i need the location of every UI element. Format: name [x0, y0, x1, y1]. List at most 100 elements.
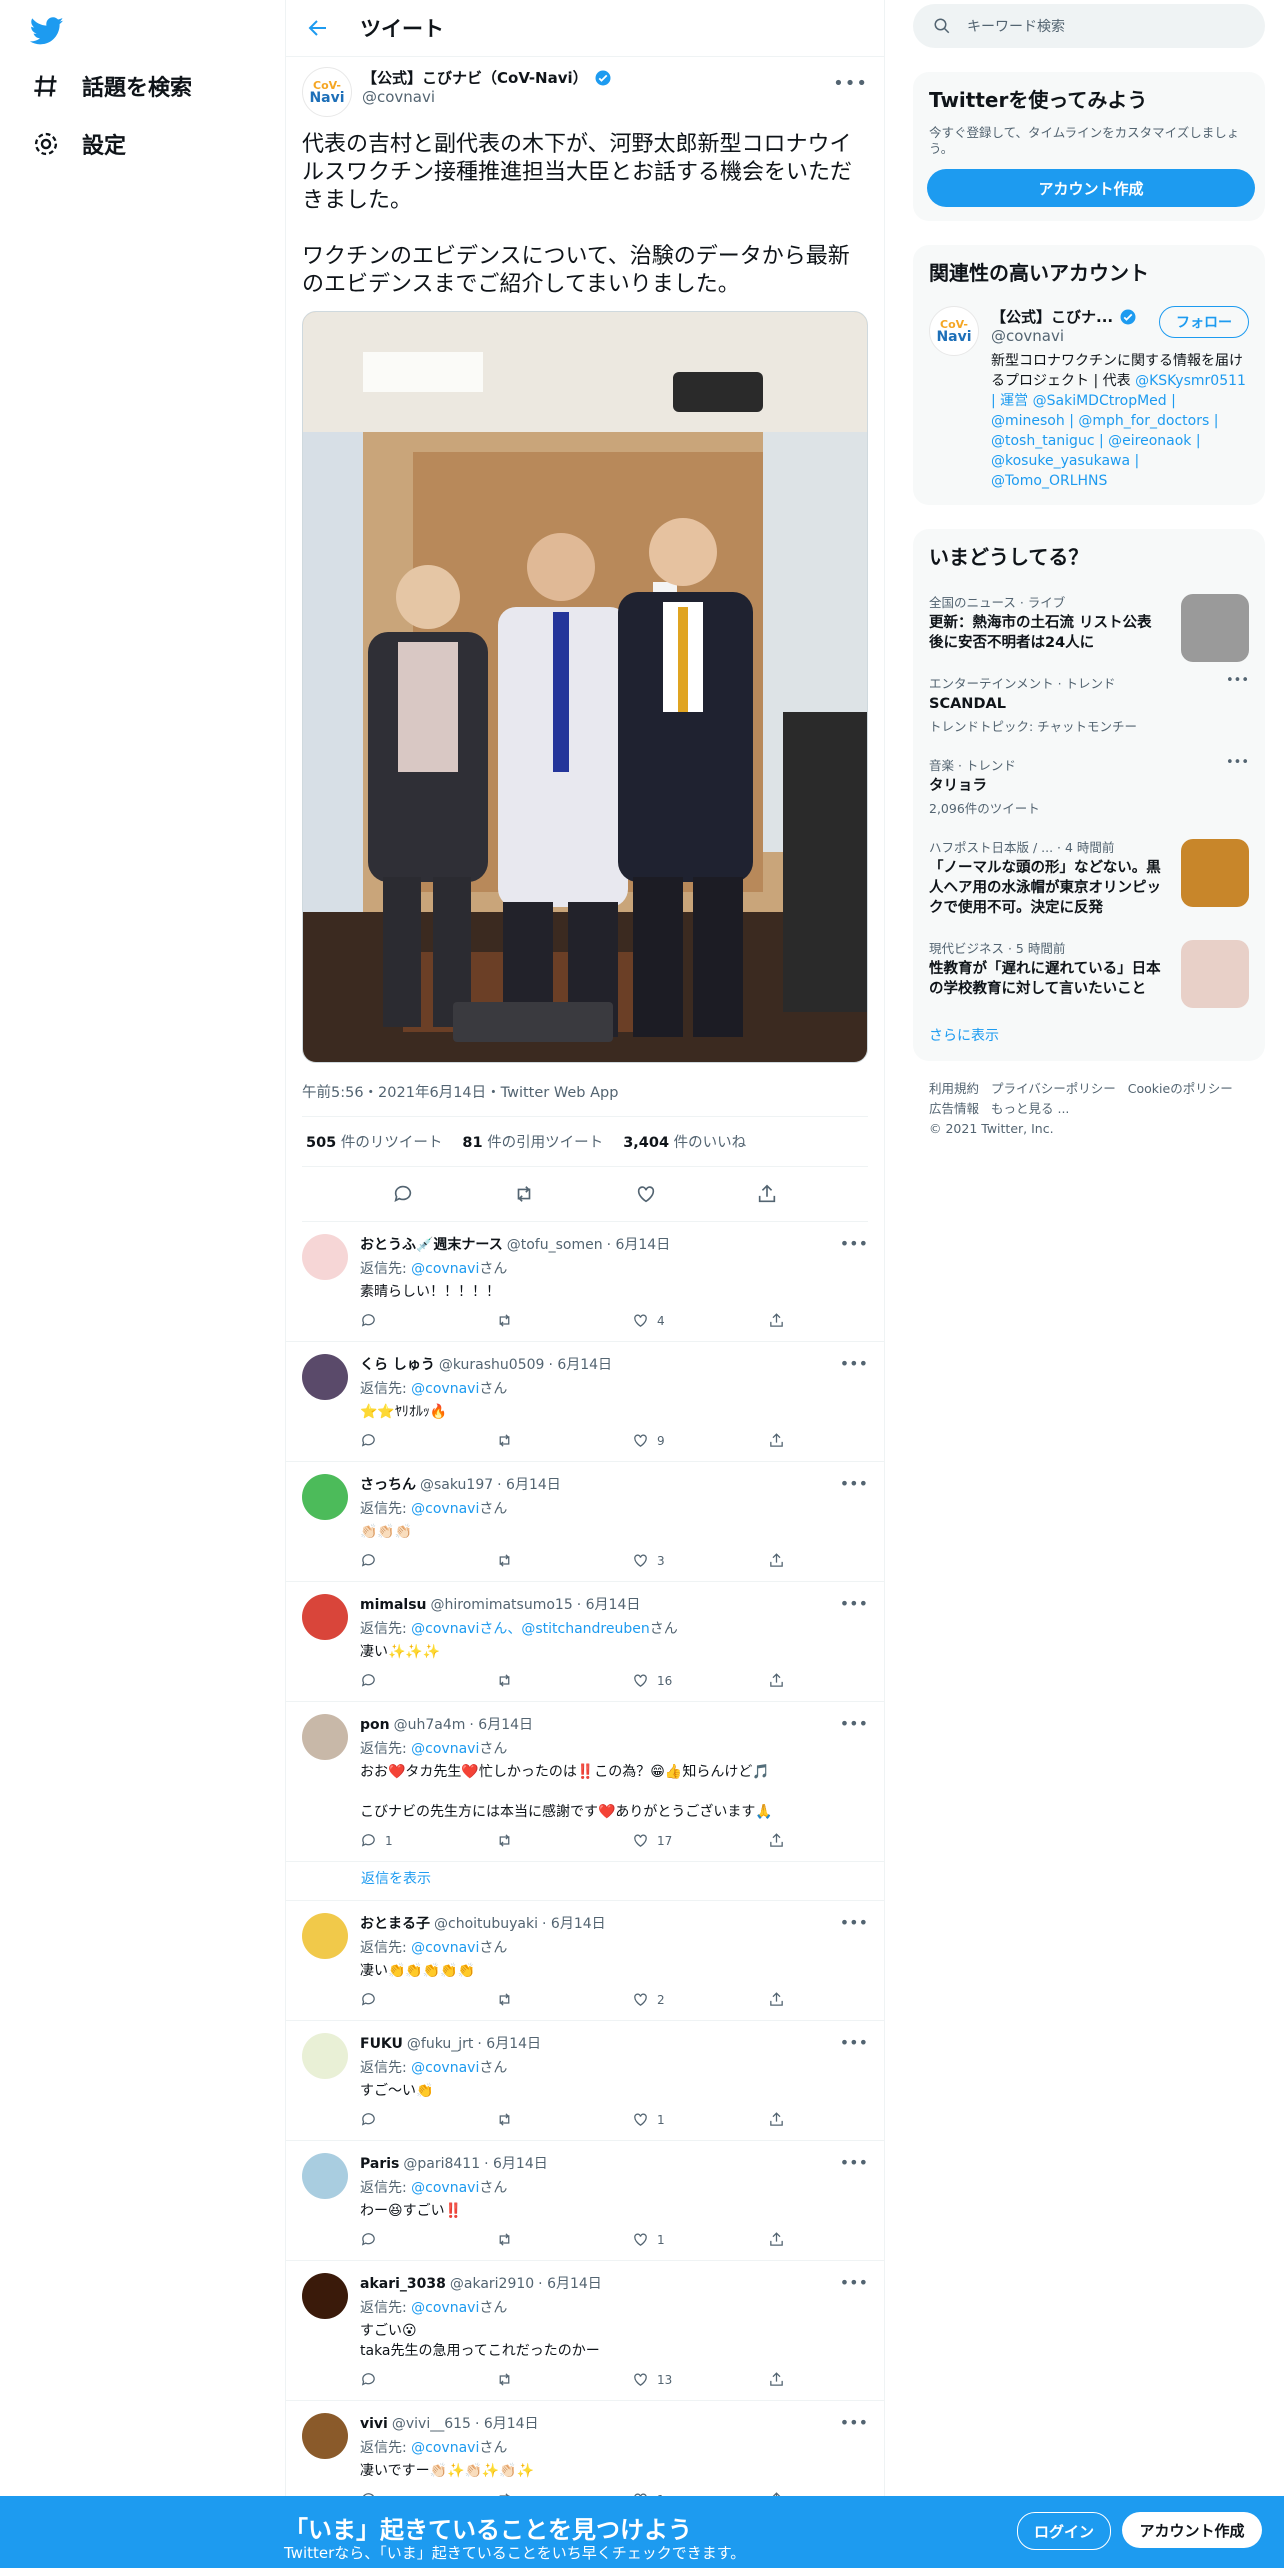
- reply-tweet[interactable]: おとまる子 @choitubuyaki · 6月14日 返信先: @covnaviさん…: [286, 1901, 884, 2021]
- reply-tweet[interactable]: mimalsu @hiromimatsumo15 · 6月14日 返信先: @covn…: [286, 1582, 884, 1702]
- reply-author-handle[interactable]: @hiromimatsumo15: [431, 1597, 573, 1613]
- like-button[interactable]: 2: [632, 1991, 768, 2008]
- likes-stat[interactable]: 3,404 件のいいね: [623, 1131, 746, 1152]
- reply-author-handle[interactable]: @uh7a4m: [394, 1717, 466, 1733]
- reply-button[interactable]: [360, 1991, 496, 2008]
- more-options-icon[interactable]: •••: [840, 1234, 868, 1253]
- reply-date[interactable]: · 6月14日: [497, 1474, 561, 1494]
- reply-author-name[interactable]: Paris: [360, 2156, 399, 2172]
- trend-item[interactable]: 現代ビジネス · 5 時間前 性教育が「遅れに遅れている」日本の学校教育に対して言…: [913, 928, 1265, 1009]
- retweet-button[interactable]: [496, 1312, 632, 1329]
- retweet-button[interactable]: [496, 2231, 632, 2248]
- related-avatar[interactable]: CoV- Navi: [929, 306, 979, 356]
- show-more-link[interactable]: さらに表示: [913, 1009, 1265, 1061]
- reply-author-name[interactable]: akari_3038: [360, 2276, 446, 2292]
- tweet-timestamp[interactable]: 午前5:56・2021年6月14日・Twitter Web App: [302, 1081, 868, 1117]
- create-account-button[interactable]: アカウント作成: [1122, 2512, 1262, 2548]
- more-options-icon[interactable]: •••: [840, 2033, 868, 2052]
- avatar[interactable]: [302, 2033, 348, 2079]
- show-replies-link[interactable]: 返信を表示: [286, 1862, 884, 1901]
- reply-button[interactable]: [360, 2111, 496, 2128]
- reply-to-link[interactable]: @covnavi: [411, 1381, 479, 1397]
- reply-author-name[interactable]: おとまる子: [360, 1913, 430, 1933]
- more-options-icon[interactable]: •••: [840, 1594, 868, 1613]
- reply-date[interactable]: · 6月14日: [607, 1234, 671, 1254]
- author-display-name[interactable]: 【公式】こびナビ（CoV-Navi）: [362, 67, 612, 88]
- like-button[interactable]: 3: [632, 1552, 768, 1569]
- reply-to-link[interactable]: @covnavi: [411, 2440, 479, 2456]
- share-button[interactable]: [768, 1991, 904, 2008]
- quotes-stat[interactable]: 81 件の引用ツイート: [462, 1131, 603, 1152]
- reply-author-name[interactable]: pon: [360, 1717, 390, 1733]
- reply-button[interactable]: [360, 1552, 496, 1569]
- avatar[interactable]: [302, 1354, 348, 1400]
- more-options-icon[interactable]: •••: [840, 1913, 868, 1932]
- reply-author-handle[interactable]: @kurashu0509: [439, 1357, 545, 1373]
- reply-to-link[interactable]: @covnavi: [411, 1501, 479, 1517]
- reply-to-link[interactable]: @covnavi: [411, 2060, 479, 2076]
- reply-author-name[interactable]: くら しゅう: [360, 1354, 435, 1374]
- reply-author-name[interactable]: vivi: [360, 2416, 388, 2432]
- login-button[interactable]: ログイン: [1017, 2512, 1111, 2550]
- reply-author-handle[interactable]: @choitubuyaki: [434, 1916, 538, 1932]
- retweet-icon[interactable]: [513, 1183, 535, 1205]
- retweet-button[interactable]: [496, 2111, 632, 2128]
- share-button[interactable]: [768, 1832, 904, 1849]
- share-button[interactable]: [768, 2111, 904, 2128]
- like-button[interactable]: 9: [632, 1432, 768, 1449]
- reply-author-handle[interactable]: @akari2910: [450, 2276, 534, 2292]
- reply-button[interactable]: [360, 1432, 496, 1449]
- avatar[interactable]: [302, 1234, 348, 1280]
- search-input[interactable]: キーワード検索: [913, 4, 1265, 48]
- share-icon[interactable]: [756, 1183, 778, 1205]
- trend-item[interactable]: 音楽 · トレンド タリョラ 2,096件のツイート •••: [913, 745, 1265, 827]
- reply-author-handle[interactable]: @saku197: [420, 1477, 493, 1493]
- like-icon[interactable]: [635, 1183, 657, 1205]
- share-button[interactable]: [768, 1432, 904, 1449]
- share-button[interactable]: [768, 1672, 904, 1689]
- related-account[interactable]: CoV- Navi 【公式】こびナ... @covnavi フォロー 新型コロナ…: [913, 298, 1265, 505]
- reply-date[interactable]: · 6月14日: [542, 1913, 606, 1933]
- trend-item[interactable]: ハフポスト日本版 / ... · 4 時間前 「ノーマルな頭の形」などない。黒人ヘ…: [913, 827, 1265, 928]
- reply-to-link[interactable]: @covnavi: [411, 1940, 479, 1956]
- reply-date[interactable]: · 6月14日: [577, 1594, 641, 1614]
- reply-to-link[interactable]: @covnaviさん、@stitchandreuben: [411, 1621, 650, 1637]
- reply-date[interactable]: · 6月14日: [475, 2413, 539, 2433]
- more-options-icon[interactable]: •••: [840, 1714, 868, 1733]
- footer-link[interactable]: 広告情報: [929, 1101, 979, 1116]
- more-options-icon[interactable]: •••: [1226, 673, 1249, 688]
- tweet-photo[interactable]: [302, 311, 868, 1063]
- reply-tweet[interactable]: FUKU @fuku_jrt · 6月14日 返信先: @covnaviさん すご〜い👏…: [286, 2021, 884, 2141]
- twitter-logo-icon[interactable]: [30, 14, 64, 48]
- like-button[interactable]: 17: [632, 1832, 768, 1849]
- more-options-icon[interactable]: •••: [840, 1354, 868, 1373]
- retweet-button[interactable]: [496, 2371, 632, 2388]
- more-options-icon[interactable]: •••: [840, 2273, 868, 2292]
- reply-author-name[interactable]: mimalsu: [360, 1597, 427, 1613]
- more-options-icon[interactable]: •••: [840, 2413, 868, 2432]
- share-button[interactable]: [768, 1312, 904, 1329]
- related-bio-mentions[interactable]: @KSKysmr0511 | 運営 @SakiMDCtropMed | @min…: [991, 373, 1246, 489]
- share-button[interactable]: [768, 2231, 904, 2248]
- retweet-button[interactable]: [496, 1672, 632, 1689]
- like-button[interactable]: 13: [632, 2371, 768, 2388]
- follow-button[interactable]: フォロー: [1159, 306, 1249, 338]
- reply-author-handle[interactable]: @tofu_somen: [507, 1237, 603, 1253]
- reply-tweet[interactable]: さっちん @saku197 · 6月14日 返信先: @covnaviさん 👏🏻👏🏻👏🏻…: [286, 1462, 884, 1582]
- reply-tweet[interactable]: akari_3038 @akari2910 · 6月14日 返信先: @covnavi…: [286, 2261, 884, 2401]
- reply-date[interactable]: · 6月14日: [538, 2273, 602, 2293]
- footer-link[interactable]: 利用規約: [929, 1081, 979, 1096]
- like-button[interactable]: 1: [632, 2111, 768, 2128]
- reply-date[interactable]: · 6月14日: [477, 2033, 541, 2053]
- avatar[interactable]: [302, 1474, 348, 1520]
- avatar[interactable]: CoV- Navi: [302, 67, 352, 117]
- reply-tweet[interactable]: pon @uh7a4m · 6月14日 返信先: @covnaviさん おお❤️タカ先生…: [286, 1702, 884, 1862]
- footer-link[interactable]: プライバシーポリシー: [991, 1081, 1116, 1096]
- footer-link[interactable]: もっと見る ...: [991, 1101, 1069, 1116]
- avatar[interactable]: [302, 1913, 348, 1959]
- reply-button[interactable]: [360, 2231, 496, 2248]
- reply-author-handle[interactable]: @pari8411: [403, 2156, 480, 2172]
- author-handle[interactable]: @covnavi: [362, 88, 612, 106]
- reply-button[interactable]: [360, 1672, 496, 1689]
- avatar[interactable]: [302, 2153, 348, 2199]
